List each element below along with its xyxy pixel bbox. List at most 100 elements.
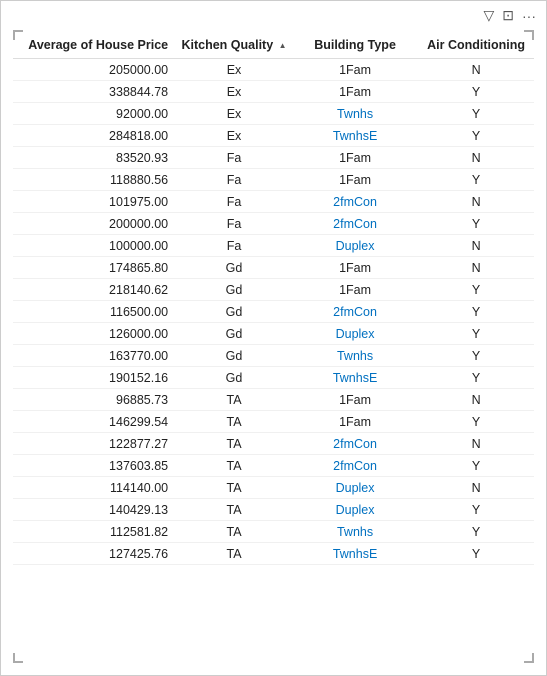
table-row: 127425.76TATwnhsEY	[13, 543, 534, 565]
cell-air-conditioning: N	[418, 257, 534, 279]
col-air-conditioning: Air Conditioning	[418, 30, 534, 59]
cell-air-conditioning: Y	[418, 125, 534, 147]
cell-building-type[interactable]: 2fmCon	[292, 213, 418, 235]
cell-building-type[interactable]: 2fmCon	[292, 301, 418, 323]
table-row: 114140.00TADuplexN	[13, 477, 534, 499]
cell-building-type[interactable]: Duplex	[292, 499, 418, 521]
cell-avg-price: 118880.56	[13, 169, 176, 191]
cell-avg-price: 284818.00	[13, 125, 176, 147]
cell-kitchen-quality: Ex	[176, 59, 292, 81]
cell-kitchen-quality: Gd	[176, 279, 292, 301]
cell-kitchen-quality: Gd	[176, 345, 292, 367]
table-row: 83520.93Fa1FamN	[13, 147, 534, 169]
table-header-row: Average of House Price Kitchen Quality ▲…	[13, 30, 534, 59]
toolbar: ▽ ⊡ ···	[1, 1, 546, 30]
table-row: 163770.00GdTwnhsY	[13, 345, 534, 367]
cell-building-type[interactable]: Duplex	[292, 477, 418, 499]
filter-icon[interactable]: ▽	[483, 7, 494, 24]
cell-avg-price: 127425.76	[13, 543, 176, 565]
table-row: 218140.62Gd1FamY	[13, 279, 534, 301]
cell-avg-price: 116500.00	[13, 301, 176, 323]
cell-kitchen-quality: TA	[176, 433, 292, 455]
expand-icon[interactable]: ⊡	[502, 7, 514, 24]
cell-building-type[interactable]: TwnhsE	[292, 125, 418, 147]
cell-building-type[interactable]: TwnhsE	[292, 543, 418, 565]
table-row: 96885.73TA1FamN	[13, 389, 534, 411]
cell-avg-price: 205000.00	[13, 59, 176, 81]
table-wrapper: Average of House Price Kitchen Quality ▲…	[1, 30, 546, 675]
cell-avg-price: 174865.80	[13, 257, 176, 279]
cell-avg-price: 122877.27	[13, 433, 176, 455]
cell-avg-price: 163770.00	[13, 345, 176, 367]
cell-air-conditioning: Y	[418, 103, 534, 125]
cell-kitchen-quality: Gd	[176, 367, 292, 389]
cell-avg-price: 92000.00	[13, 103, 176, 125]
cell-kitchen-quality: Gd	[176, 257, 292, 279]
table-row: 118880.56Fa1FamY	[13, 169, 534, 191]
cell-building-type: 1Fam	[292, 59, 418, 81]
cell-air-conditioning: Y	[418, 169, 534, 191]
cell-building-type[interactable]: 2fmCon	[292, 191, 418, 213]
cell-air-conditioning: Y	[418, 213, 534, 235]
cell-building-type: 1Fam	[292, 257, 418, 279]
table-row: 100000.00FaDuplexN	[13, 235, 534, 257]
cell-air-conditioning: Y	[418, 455, 534, 477]
cell-kitchen-quality: Ex	[176, 81, 292, 103]
table-row: 116500.00Gd2fmConY	[13, 301, 534, 323]
cell-avg-price: 200000.00	[13, 213, 176, 235]
data-table: Average of House Price Kitchen Quality ▲…	[13, 30, 534, 565]
cell-air-conditioning: Y	[418, 81, 534, 103]
col-building-type: Building Type	[292, 30, 418, 59]
cell-avg-price: 114140.00	[13, 477, 176, 499]
col-kitchen-quality[interactable]: Kitchen Quality ▲	[176, 30, 292, 59]
col-avg-price: Average of House Price	[13, 30, 176, 59]
cell-avg-price: 146299.54	[13, 411, 176, 433]
cell-kitchen-quality: TA	[176, 521, 292, 543]
cell-avg-price: 140429.13	[13, 499, 176, 521]
cell-air-conditioning: Y	[418, 345, 534, 367]
table-row: 284818.00ExTwnhsEY	[13, 125, 534, 147]
table-row: 200000.00Fa2fmConY	[13, 213, 534, 235]
sort-asc-icon: ▲	[279, 41, 287, 50]
cell-building-type[interactable]: 2fmCon	[292, 455, 418, 477]
cell-kitchen-quality: Ex	[176, 103, 292, 125]
cell-air-conditioning: Y	[418, 499, 534, 521]
cell-building-type[interactable]: Duplex	[292, 235, 418, 257]
cell-avg-price: 83520.93	[13, 147, 176, 169]
cell-building-type: 1Fam	[292, 411, 418, 433]
cell-air-conditioning: Y	[418, 411, 534, 433]
table-row: 112581.82TATwnhsY	[13, 521, 534, 543]
more-options-icon[interactable]: ···	[522, 8, 536, 24]
cell-kitchen-quality: Fa	[176, 191, 292, 213]
cell-kitchen-quality: TA	[176, 499, 292, 521]
cell-avg-price: 137603.85	[13, 455, 176, 477]
cell-air-conditioning: Y	[418, 323, 534, 345]
cell-building-type: 1Fam	[292, 147, 418, 169]
cell-avg-price: 96885.73	[13, 389, 176, 411]
cell-building-type[interactable]: Twnhs	[292, 345, 418, 367]
cell-kitchen-quality: Gd	[176, 323, 292, 345]
table-row: 126000.00GdDuplexY	[13, 323, 534, 345]
table-row: 146299.54TA1FamY	[13, 411, 534, 433]
cell-building-type[interactable]: TwnhsE	[292, 367, 418, 389]
cell-building-type[interactable]: Twnhs	[292, 521, 418, 543]
table-row: 140429.13TADuplexY	[13, 499, 534, 521]
cell-kitchen-quality: Ex	[176, 125, 292, 147]
table-row: 190152.16GdTwnhsEY	[13, 367, 534, 389]
table-row: 174865.80Gd1FamN	[13, 257, 534, 279]
cell-building-type: 1Fam	[292, 279, 418, 301]
cell-kitchen-quality: Fa	[176, 213, 292, 235]
cell-building-type[interactable]: 2fmCon	[292, 433, 418, 455]
table-row: 122877.27TA2fmConN	[13, 433, 534, 455]
cell-air-conditioning: Y	[418, 301, 534, 323]
cell-air-conditioning: N	[418, 59, 534, 81]
table-row: 137603.85TA2fmConY	[13, 455, 534, 477]
cell-kitchen-quality: TA	[176, 411, 292, 433]
cell-kitchen-quality: Fa	[176, 147, 292, 169]
cell-avg-price: 218140.62	[13, 279, 176, 301]
cell-building-type[interactable]: Duplex	[292, 323, 418, 345]
cell-kitchen-quality: TA	[176, 477, 292, 499]
cell-avg-price: 100000.00	[13, 235, 176, 257]
cell-air-conditioning: N	[418, 477, 534, 499]
cell-building-type[interactable]: Twnhs	[292, 103, 418, 125]
